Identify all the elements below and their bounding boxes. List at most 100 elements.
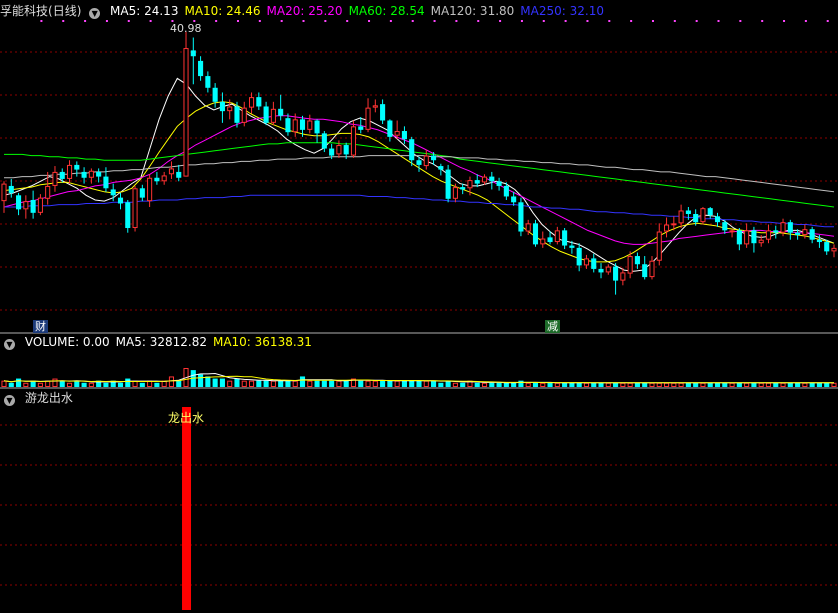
signal-bar (182, 407, 192, 610)
volume-bar-down (518, 380, 524, 387)
volume-bar-down (117, 382, 124, 387)
volume-bar-down (809, 382, 815, 387)
candle-body-down (714, 216, 721, 223)
candle-body-down (401, 131, 407, 140)
candle-body-down (329, 148, 335, 156)
candle-body-down (278, 108, 284, 116)
volume-bar-down (714, 382, 721, 387)
candle-body-up (583, 258, 590, 266)
volume-bar-up (780, 382, 786, 387)
cai-marker[interactable]: 财 (33, 320, 48, 333)
volume-bar-up (605, 382, 611, 387)
volume-bar-up (52, 378, 58, 387)
candle-body-down (722, 222, 728, 231)
stock-chart-window: 孚能科技(日线) ▼ MA5: 24.13 MA10: 24.46 MA20: 25… (0, 0, 838, 613)
ma-legend-item-2: MA20: 25.20 (266, 4, 343, 18)
volume-bar-down (431, 380, 437, 387)
volume-bar-down (707, 382, 713, 387)
volume-bar-down (321, 380, 327, 387)
price-panel-header: 孚能科技(日线) ▼ MA5: 24.13 MA10: 24.46 MA20: 25… (0, 2, 616, 20)
top-dot-marker (62, 20, 65, 22)
volume-bar-up (554, 382, 560, 387)
indicator-name: 游龙出水 (24, 391, 73, 405)
candle-body-up (758, 239, 764, 244)
candle-body-down (299, 119, 306, 130)
candle-body-down (787, 222, 793, 233)
volume-bar-up (37, 382, 43, 387)
candle-body-down (358, 126, 364, 130)
volume-bar-down (824, 382, 830, 387)
volume-bar-up (241, 380, 247, 387)
candle-body-up (554, 230, 560, 243)
chevron-down-icon[interactable]: ▼ (4, 339, 15, 350)
top-dot-marker (411, 20, 414, 22)
volume-bar-up (649, 382, 655, 387)
volume-bar-down (795, 382, 801, 387)
volume-bar-down (176, 380, 182, 387)
top-dot-marker (105, 20, 108, 22)
top-dot-marker (346, 20, 349, 22)
volume-bar-down (212, 378, 218, 387)
volume-bar-down (125, 378, 131, 387)
volume-bar-up (663, 382, 670, 387)
candle-body-down (387, 120, 393, 137)
jian-marker[interactable]: 减 (545, 320, 560, 333)
candle-body-up (780, 222, 786, 233)
volume-bar-down (234, 378, 240, 387)
candle-body-up (52, 171, 58, 186)
candle-body-down (613, 266, 619, 281)
volume-bar-up (45, 380, 51, 387)
volume-bar-down (642, 382, 648, 387)
top-dot-marker (826, 20, 829, 22)
top-dot-marker (739, 20, 742, 22)
volume-bar-down (343, 380, 349, 387)
volume-bar-up (620, 382, 626, 387)
volume-bar-down (474, 382, 480, 387)
candle-body-up (663, 224, 670, 232)
top-dot-marker (324, 20, 327, 22)
ma-legend-item-0: MA5: 24.13 (110, 4, 179, 18)
candle-body-up (336, 145, 342, 155)
top-dot-marker (630, 20, 633, 22)
candle-body-up (248, 97, 255, 108)
candle-body-up (241, 107, 247, 123)
candle-body-down (205, 76, 211, 88)
ma-legend-item-3: MA60: 28.54 (348, 4, 425, 18)
candle-body-down (81, 171, 87, 178)
candle-body-up (744, 230, 750, 245)
volume-bar-up (248, 380, 255, 387)
volume-bar-down (278, 380, 284, 387)
candle-body-up (168, 168, 175, 175)
volume-bar-down (380, 380, 386, 387)
candle-body-down (693, 213, 699, 223)
candle-body-down (219, 101, 225, 112)
candle-body-up (372, 105, 378, 108)
chevron-down-icon[interactable]: ▼ (4, 395, 15, 406)
volume-bar-down (613, 382, 619, 387)
volume-bar-up (627, 382, 633, 387)
volume-bar-down (358, 380, 364, 387)
candle-body-down (8, 185, 14, 193)
candle-body-down (96, 171, 102, 177)
volume-bar-down (299, 376, 306, 387)
chevron-down-icon[interactable]: ▼ (89, 8, 101, 19)
volume-bar-up (656, 382, 662, 387)
volume-bar-down (547, 382, 553, 387)
candle-body-down (256, 97, 262, 107)
ma-legend-item-5: MA250: 32.10 (520, 4, 604, 18)
candle-body-up (132, 188, 138, 229)
top-dot-marker (542, 20, 545, 22)
volume-bar-down (74, 380, 80, 387)
volume-panel-header: ▼ VOLUME: 0.00 MA5: 32812.82 MA10: 36138.3… (0, 333, 324, 351)
volume-bar-up (481, 382, 488, 387)
candle-body-up (729, 230, 735, 233)
volume-bar-up (678, 382, 684, 387)
volume-bar-down (256, 380, 262, 387)
candle-body-up (292, 119, 298, 133)
candle-body-up (365, 107, 371, 130)
top-dot-marker (761, 20, 764, 22)
candle-body-up (671, 223, 677, 226)
candle-body-up (678, 210, 684, 224)
volume-bar-down (489, 382, 495, 387)
candle-body-down (198, 60, 204, 77)
